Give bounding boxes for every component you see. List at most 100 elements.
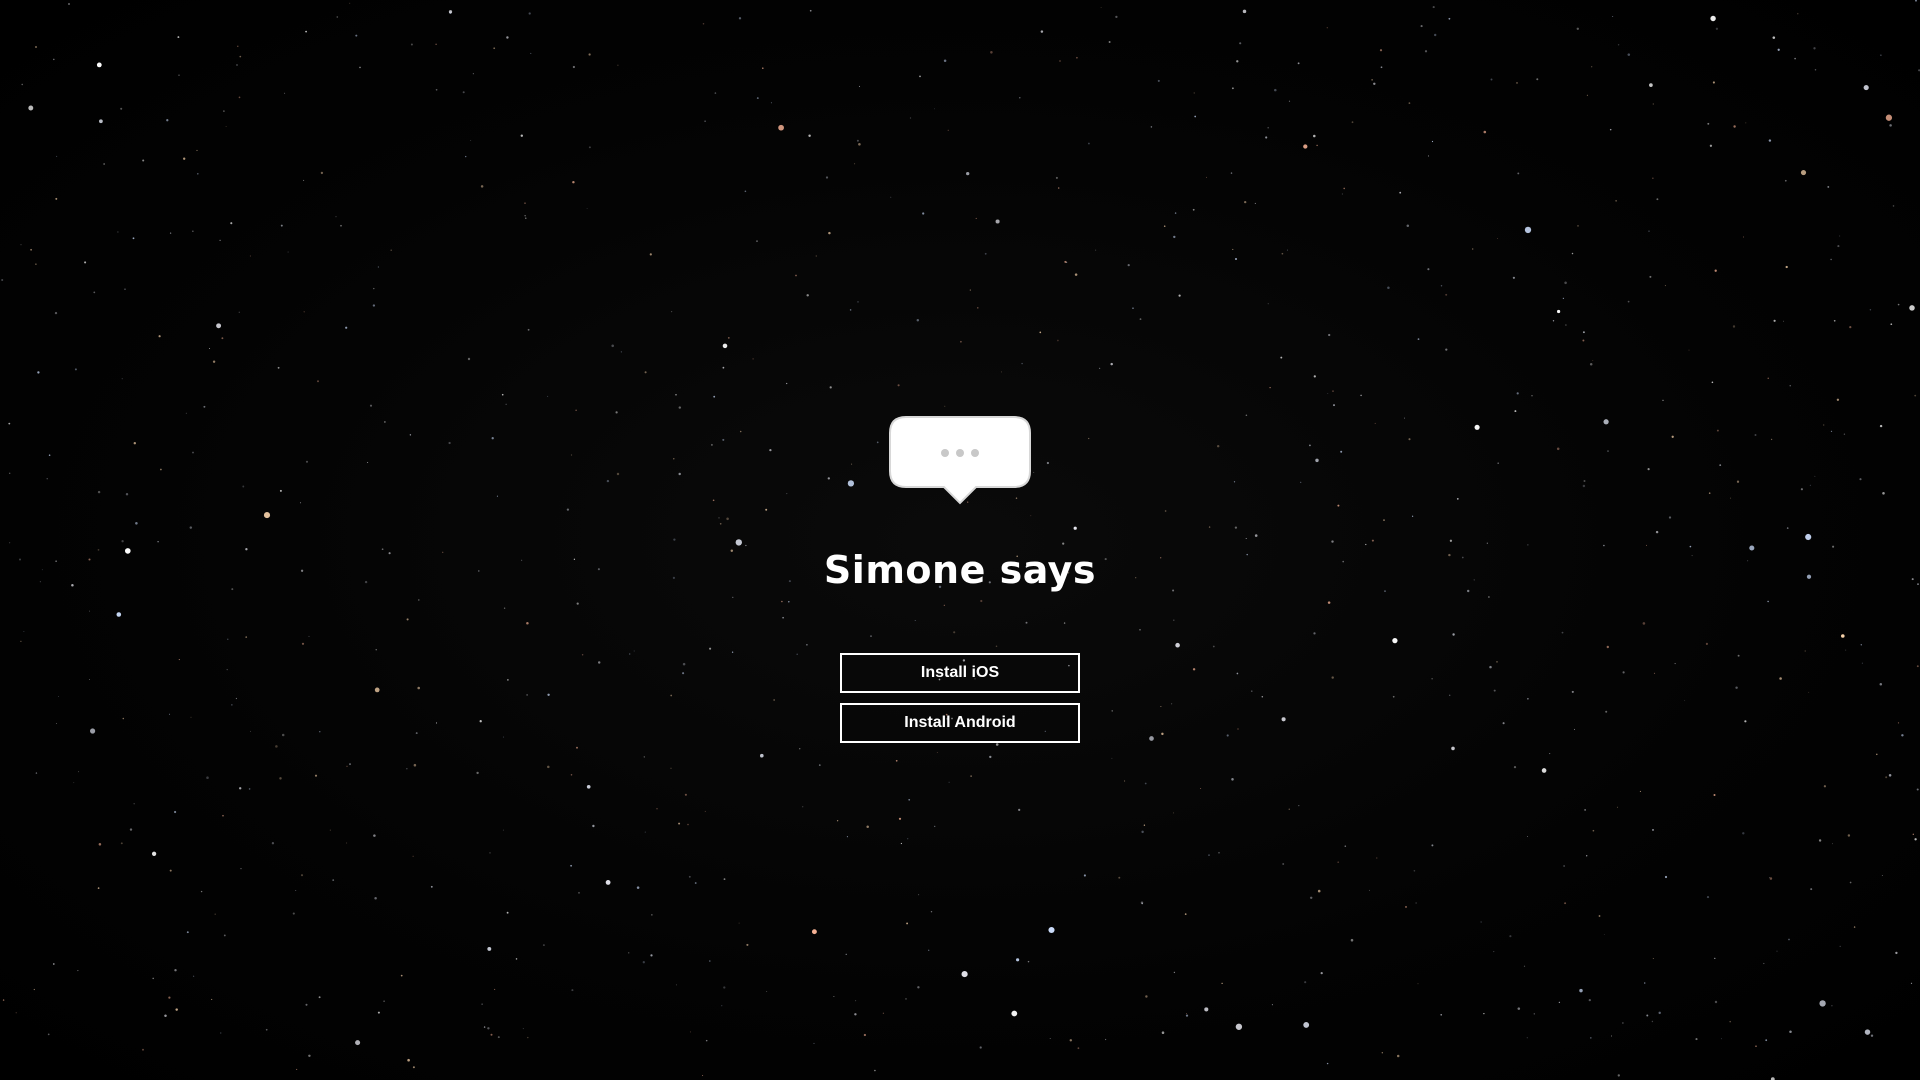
install-android-button[interactable]: Install Android <box>840 703 1080 743</box>
star <box>120 107 123 110</box>
star <box>166 119 169 122</box>
star <box>1770 438 1773 441</box>
star <box>1251 690 1253 692</box>
star <box>1267 126 1270 129</box>
star <box>20 244 22 246</box>
star <box>1589 1037 1592 1039</box>
star <box>1232 248 1234 250</box>
star <box>227 638 229 640</box>
star <box>1144 782 1147 785</box>
star <box>1831 1004 1833 1007</box>
star <box>1111 710 1113 712</box>
star <box>827 477 830 480</box>
star <box>462 91 465 94</box>
star <box>1139 318 1142 320</box>
star <box>575 409 577 411</box>
star <box>1527 697 1529 700</box>
star <box>1333 404 1335 407</box>
star <box>629 653 631 655</box>
star <box>1588 998 1591 1002</box>
star <box>1434 33 1437 37</box>
star <box>833 996 835 997</box>
star <box>1622 671 1625 674</box>
star <box>765 508 768 511</box>
star <box>1745 122 1747 124</box>
star <box>588 53 591 56</box>
star <box>305 460 309 463</box>
star <box>332 879 335 881</box>
star <box>1664 285 1666 287</box>
star <box>760 753 764 758</box>
star <box>858 143 861 146</box>
star <box>1730 497 1732 499</box>
star <box>417 686 420 690</box>
star <box>808 134 811 138</box>
star <box>271 842 275 845</box>
star <box>806 643 808 646</box>
star <box>1914 838 1917 841</box>
star <box>1343 187 1345 190</box>
star <box>1839 945 1841 948</box>
star <box>1549 753 1551 755</box>
star <box>1098 367 1101 370</box>
star <box>975 217 977 219</box>
star <box>1427 268 1430 271</box>
star <box>35 772 38 774</box>
star <box>773 699 775 701</box>
star <box>372 304 376 307</box>
star <box>308 1054 311 1058</box>
star <box>874 1069 876 1072</box>
star <box>547 765 550 769</box>
star <box>1885 114 1893 121</box>
star <box>570 774 573 776</box>
star <box>979 1046 982 1049</box>
star <box>588 146 591 149</box>
star <box>505 403 507 405</box>
install-ios-button[interactable]: Install iOS <box>840 653 1080 693</box>
star <box>1772 36 1776 39</box>
star <box>487 1027 490 1030</box>
star <box>1612 15 1614 17</box>
star <box>54 311 58 315</box>
star <box>1456 497 1459 500</box>
star <box>1235 1023 1243 1030</box>
star <box>1431 844 1434 847</box>
star <box>383 1000 385 1003</box>
star <box>1610 1035 1613 1037</box>
star <box>1831 843 1833 845</box>
star <box>1563 865 1565 867</box>
star <box>617 64 619 66</box>
star <box>1617 1074 1620 1077</box>
star <box>1 278 4 282</box>
star <box>226 668 228 671</box>
star <box>1245 537 1247 540</box>
star <box>1233 481 1236 483</box>
star <box>1729 1020 1731 1023</box>
star <box>644 831 646 833</box>
star <box>1769 877 1773 880</box>
star <box>815 255 817 257</box>
star <box>1242 9 1247 14</box>
star <box>1104 1038 1107 1041</box>
star <box>1212 645 1215 648</box>
star <box>1027 960 1030 963</box>
star <box>1164 510 1167 512</box>
star <box>1592 360 1594 362</box>
star <box>375 649 377 651</box>
star <box>1230 172 1233 174</box>
star <box>8 472 11 475</box>
star <box>1768 139 1772 142</box>
star <box>1735 686 1738 689</box>
star <box>1001 371 1003 373</box>
star <box>1192 668 1196 671</box>
star <box>1711 381 1714 384</box>
star <box>390 249 392 252</box>
star <box>1344 845 1347 847</box>
star <box>515 958 518 960</box>
star <box>292 912 295 915</box>
star <box>1226 734 1229 737</box>
star <box>778 124 784 131</box>
star <box>1688 349 1690 351</box>
star <box>192 230 194 232</box>
star <box>1424 50 1428 53</box>
